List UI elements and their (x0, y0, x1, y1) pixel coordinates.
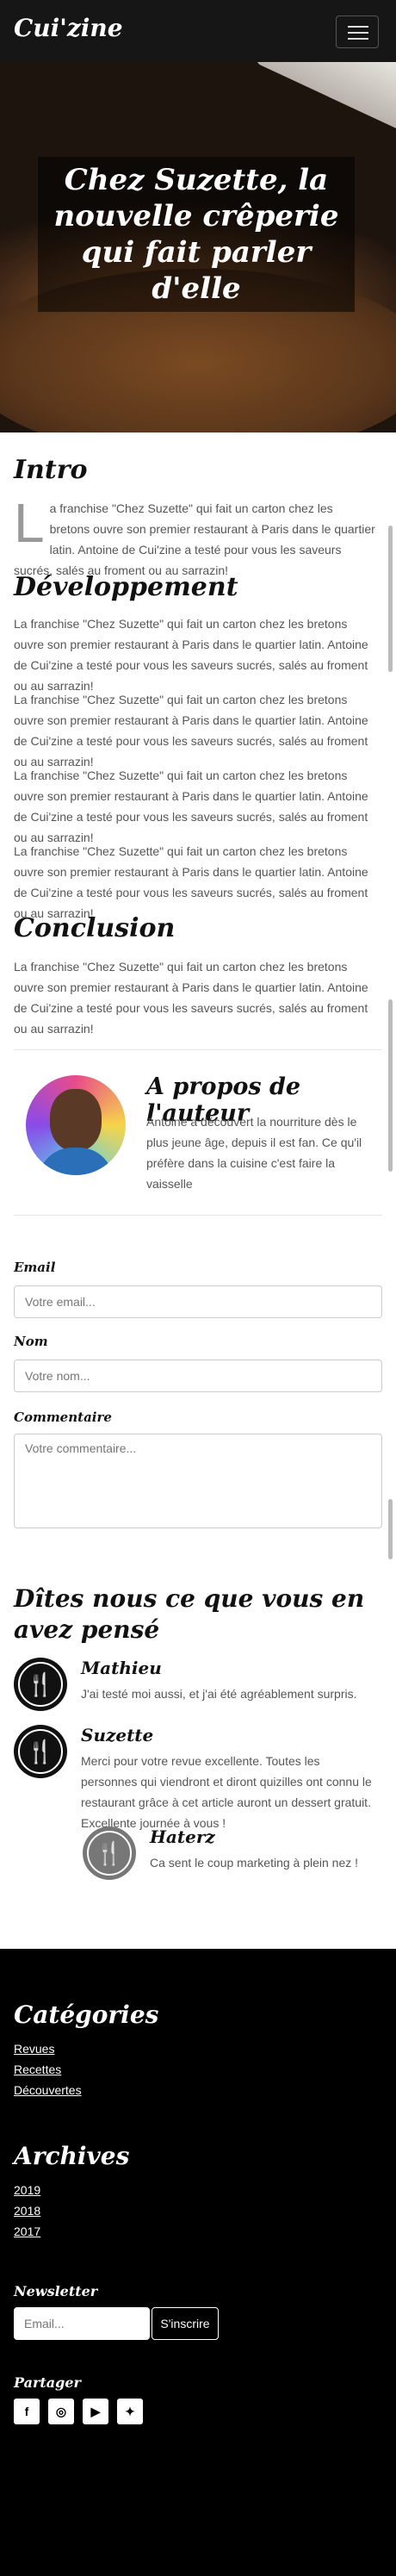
newsletter-heading: Newsletter (14, 2283, 98, 2299)
spatula-image (254, 62, 396, 143)
newsletter-email-input[interactable] (14, 2307, 150, 2340)
subscribe-button[interactable]: S'inscrire (152, 2307, 219, 2340)
comment-label: Commentaire (14, 1409, 112, 1425)
divider (14, 1049, 382, 1050)
author-shirt (38, 1148, 114, 1175)
development-paragraph: La franchise "Chez Suzette" qui fait un … (14, 844, 368, 920)
comments-heading: Dîtes nous ce que vous en avez pensé (14, 1584, 365, 1644)
intro-heading: Intro (14, 455, 88, 485)
archives-heading: Archives (14, 2142, 130, 2170)
footer-link-2018[interactable]: 2018 (14, 2204, 40, 2218)
hamburger-menu-button[interactable] (336, 16, 379, 48)
development-paragraph: La franchise "Chez Suzette" qui fait un … (14, 693, 368, 768)
facebook-icon[interactable]: f (14, 2399, 40, 2424)
comment-author: Mathieu (81, 1658, 162, 1678)
drop-cap: L (14, 492, 45, 554)
youtube-icon[interactable]: ▶ (83, 2399, 108, 2424)
intro-paragraph: La franchise "Chez Suzette" qui fait un … (14, 492, 375, 581)
comment-author: Suzette (81, 1725, 154, 1745)
hamburger-icon-bar (348, 38, 368, 40)
author-bio: Antoine a découvert la nourriture dès le… (146, 1115, 362, 1191)
utensils-icon: 🍴 (83, 1826, 136, 1880)
intro-text: a franchise "Chez Suzette" qui fait un c… (14, 501, 375, 577)
hamburger-icon (348, 26, 368, 28)
comment-field[interactable] (14, 1434, 382, 1528)
name-label: Nom (14, 1334, 48, 1349)
scrollbar-thumb[interactable] (388, 1499, 393, 1559)
author-face (50, 1089, 102, 1151)
utensils-icon: 🍴 (14, 1658, 67, 1711)
utensils-icon: 🍴 (14, 1725, 67, 1778)
hero-image: Chez Suzette, la nouvelle crêperie qui f… (0, 62, 396, 432)
comment-text: Ca sent le coup marketing à plein nez ! (150, 1856, 359, 1870)
author-avatar (26, 1075, 126, 1175)
scrollbar-thumb[interactable] (388, 999, 393, 1172)
name-field[interactable] (14, 1360, 382, 1392)
footer-link-2019[interactable]: 2019 (14, 2183, 40, 2197)
instagram-icon[interactable]: ◎ (48, 2399, 74, 2424)
site-footer: Catégories Revues Recettes Découvertes A… (0, 1949, 396, 2576)
share-heading: Partager (14, 2374, 81, 2391)
divider (14, 1215, 382, 1216)
scrollbar[interactable] (388, 526, 393, 1559)
categories-heading: Catégories (14, 2000, 159, 2029)
email-field[interactable] (14, 1285, 382, 1318)
footer-link-2017[interactable]: 2017 (14, 2224, 40, 2238)
site-logo[interactable]: Cui'zine (14, 14, 123, 42)
twitter-icon[interactable]: ✦ (117, 2399, 143, 2424)
comment-text: Merci pour votre revue excellente. Toute… (81, 1754, 372, 1830)
hamburger-icon-bar (348, 32, 368, 34)
footer-link-revues[interactable]: Revues (14, 2042, 54, 2056)
comment-author: Haterz (150, 1826, 215, 1847)
conclusion-paragraph: La franchise "Chez Suzette" qui fait un … (14, 960, 368, 1036)
development-paragraph: La franchise "Chez Suzette" qui fait un … (14, 768, 368, 844)
footer-link-recettes[interactable]: Recettes (14, 2063, 61, 2076)
email-label: Email (14, 1260, 56, 1275)
conclusion-heading: Conclusion (14, 913, 176, 943)
comment-text: J'ai testé moi aussi, et j'ai été agréab… (81, 1687, 357, 1701)
development-heading: Développement (14, 572, 238, 602)
development-paragraph: La franchise "Chez Suzette" qui fait un … (14, 617, 368, 693)
scrollbar-thumb[interactable] (388, 526, 393, 672)
footer-link-decouvertes[interactable]: Découvertes (14, 2083, 82, 2097)
top-navbar: Cui'zine (0, 0, 396, 62)
hero-title: Chez Suzette, la nouvelle crêperie qui f… (38, 157, 355, 312)
